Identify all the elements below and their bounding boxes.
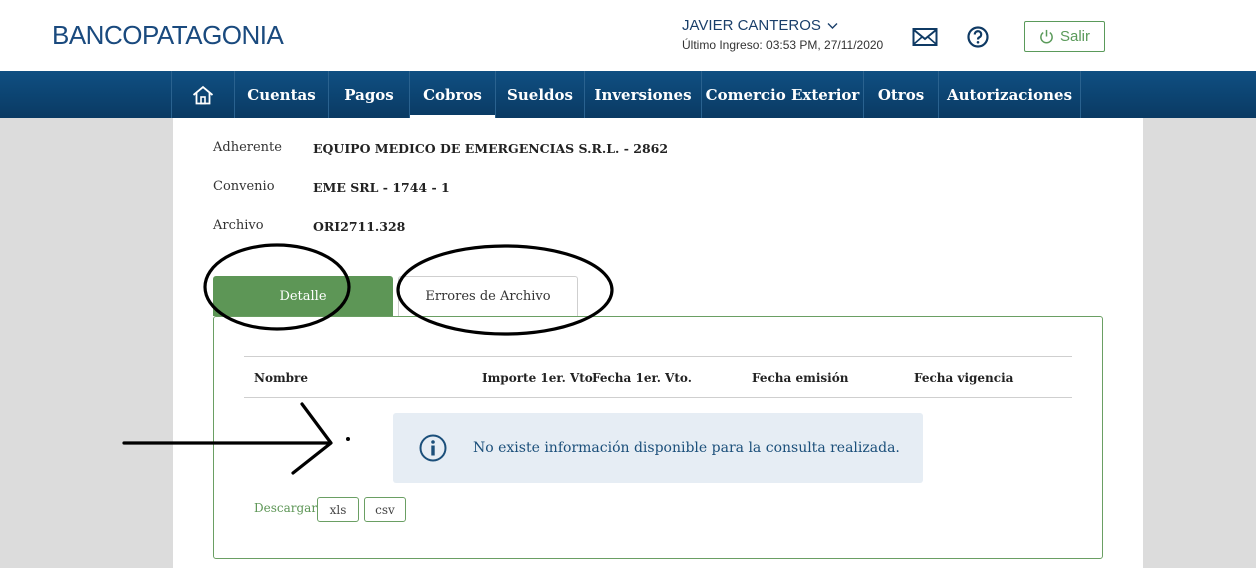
nav-label: Inversiones bbox=[594, 85, 692, 104]
column-header-fecha-vigencia[interactable]: Fecha vigencia bbox=[914, 371, 1013, 385]
tab-detalle[interactable]: Detalle bbox=[213, 276, 393, 316]
nav-label: Autorizaciones bbox=[946, 85, 1073, 104]
nav-otros[interactable]: Otros bbox=[864, 71, 939, 118]
table-header-divider bbox=[244, 356, 1072, 357]
user-name[interactable]: JAVIER CANTEROS bbox=[682, 17, 883, 34]
adherente-label: Adherente bbox=[213, 140, 282, 155]
tab-label: Detalle bbox=[279, 288, 327, 304]
nav-label: Comercio Exterior bbox=[705, 85, 860, 104]
nav-autorizaciones[interactable]: Autorizaciones bbox=[939, 71, 1081, 118]
column-header-fecha-vto[interactable]: Fecha 1er. Vto. bbox=[592, 371, 692, 385]
nav-label: Pagos bbox=[344, 85, 394, 104]
nav-label: Otros bbox=[877, 85, 925, 104]
nav-label: Sueldos bbox=[507, 85, 573, 104]
tab-errores-archivo[interactable]: Errores de Archivo bbox=[398, 276, 578, 316]
convenio-value: EME SRL - 1744 - 1 bbox=[313, 180, 450, 195]
download-xls-button[interactable]: xls bbox=[317, 497, 359, 522]
help-icon[interactable] bbox=[966, 25, 992, 49]
user-name-label: JAVIER CANTEROS bbox=[682, 17, 821, 34]
download-csv-label: csv bbox=[375, 502, 395, 517]
archivo-value: ORI2711.328 bbox=[313, 219, 406, 234]
header: BANCOPATAGONIA JAVIER CANTEROS Último In… bbox=[0, 0, 1256, 71]
bank-logo[interactable]: BANCOPATAGONIA bbox=[52, 20, 284, 51]
archivo-label: Archivo bbox=[213, 218, 264, 233]
logout-button[interactable]: Salir bbox=[1024, 21, 1105, 52]
mail-icon[interactable] bbox=[912, 25, 938, 49]
home-icon bbox=[192, 85, 214, 104]
column-header-nombre[interactable]: Nombre bbox=[254, 371, 308, 385]
info-message-box: No existe información disponible para la… bbox=[393, 413, 923, 483]
download-xls-label: xls bbox=[329, 502, 347, 517]
nav-cobros[interactable]: Cobros bbox=[410, 71, 496, 118]
nav-home[interactable] bbox=[172, 71, 235, 118]
download-label: Descargar bbox=[254, 501, 318, 515]
main-nav: Cuentas Pagos Cobros Sueldos Inversiones… bbox=[0, 71, 1256, 118]
adherente-value: EQUIPO MEDICO DE EMERGENCIAS S.R.L. - 28… bbox=[313, 141, 669, 156]
power-icon bbox=[1040, 29, 1053, 44]
tab-label: Errores de Archivo bbox=[425, 289, 551, 304]
nav-sueldos[interactable]: Sueldos bbox=[496, 71, 585, 118]
nav-inversiones[interactable]: Inversiones bbox=[585, 71, 702, 118]
nav-cuentas[interactable]: Cuentas bbox=[235, 71, 329, 118]
nav-label: Cobros bbox=[423, 85, 482, 104]
logout-label: Salir bbox=[1059, 28, 1090, 45]
nav-label: Cuentas bbox=[247, 85, 316, 104]
nav-comercio-exterior[interactable]: Comercio Exterior bbox=[702, 71, 864, 118]
info-icon bbox=[419, 434, 447, 462]
column-header-importe[interactable]: Importe 1er. Vto bbox=[482, 371, 593, 385]
table-header-divider bbox=[244, 397, 1072, 398]
info-message: No existe información disponible para la… bbox=[473, 440, 900, 456]
user-menu[interactable]: JAVIER CANTEROS Último Ingreso: 03:53 PM… bbox=[682, 17, 883, 52]
chevron-down-icon bbox=[827, 22, 838, 29]
nav-pagos[interactable]: Pagos bbox=[329, 71, 410, 118]
last-login: Último Ingreso: 03:53 PM, 27/11/2020 bbox=[682, 38, 884, 52]
download-csv-button[interactable]: csv bbox=[364, 497, 406, 522]
column-header-fecha-emision[interactable]: Fecha emisión bbox=[752, 371, 848, 385]
convenio-label: Convenio bbox=[213, 179, 275, 194]
